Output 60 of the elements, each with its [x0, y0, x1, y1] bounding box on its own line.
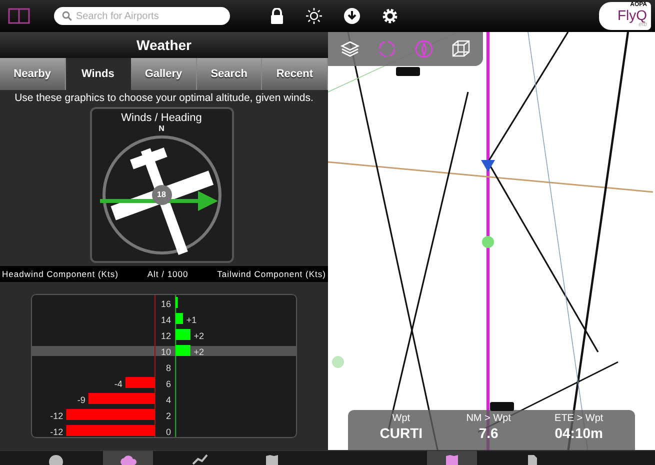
headwind-header: Headwind Component (Kts): [2, 269, 118, 279]
download-icon[interactable]: [344, 8, 360, 24]
settings-icon[interactable]: [382, 8, 398, 24]
search-field[interactable]: Search for Airports: [54, 7, 230, 25]
tailwind-bar: [176, 313, 183, 324]
cube-icon[interactable]: [450, 39, 471, 59]
altitude-label: 10: [160, 347, 171, 357]
tailwind-header: Tailwind Component (Kts): [217, 269, 326, 279]
weather-tab[interactable]: Recent: [262, 58, 328, 90]
altitude-label: 6: [166, 379, 171, 389]
wind-value-label: -9: [77, 395, 86, 405]
weather-tab[interactable]: Gallery: [131, 58, 197, 90]
altitude-label: 8: [166, 363, 171, 373]
altitude-label: 4: [166, 395, 171, 405]
route-icon: [191, 453, 209, 465]
altitude-label: 14: [160, 315, 171, 325]
cloud-tab-button[interactable]: [103, 451, 153, 465]
wind-value-label: +2: [194, 347, 204, 357]
wind-value-label: -12: [50, 411, 64, 421]
altitude-label: 12: [160, 331, 171, 341]
nav-field-value: 7.6: [478, 425, 498, 441]
aircraft-marker-icon: [482, 236, 494, 248]
logo-name-text: FlyQ: [617, 9, 647, 22]
map-icon: [263, 453, 281, 465]
wind-value-label: +2: [194, 331, 204, 341]
tailwind-bar: [176, 297, 178, 308]
wind-value-label: -4: [114, 379, 122, 389]
tailwind-bar: [176, 345, 190, 356]
waypoint-triangle-icon: [481, 160, 495, 172]
headwind-bar: [125, 377, 155, 388]
wind-value-label: -12: [50, 427, 64, 437]
cloud-icon: [119, 453, 137, 465]
headwind-bar: [88, 393, 155, 404]
split-view-icon[interactable]: [8, 8, 30, 24]
altitude-label: 16: [160, 299, 171, 309]
tailwind-bar: [176, 329, 190, 340]
location-icon: [47, 453, 65, 465]
search-icon: [62, 11, 72, 21]
drawer-handle[interactable]: [396, 67, 420, 76]
map-tab-button[interactable]: [426, 451, 476, 465]
altitude-header: Alt / 1000: [147, 269, 188, 279]
nav-field-label: ETE > Wpt: [554, 413, 604, 425]
brightness-icon[interactable]: [306, 8, 322, 24]
nav-field-value: CURTI: [380, 425, 423, 441]
north-label: N: [158, 124, 164, 133]
altitude-label: 0: [166, 427, 171, 437]
nav-field-label: NM > Wpt: [466, 413, 511, 425]
altitude-label: 2: [166, 411, 171, 421]
nav-field-label: Wpt: [392, 413, 410, 425]
description-text: Use these graphics to choose your optimal altitude, given winds.: [14, 91, 314, 106]
weather-tab[interactable]: Nearby: [0, 58, 66, 90]
drawer-handle[interactable]: [490, 402, 514, 411]
weather-blob: [332, 356, 344, 368]
layers-icon[interactable]: [340, 39, 360, 59]
lock-icon[interactable]: [270, 8, 284, 24]
compass-title: Winds / Heading: [121, 112, 202, 124]
nav-field-value: 04:10m: [554, 425, 603, 441]
wind-value-label: +1: [186, 315, 197, 325]
panel-title: Weather: [0, 32, 328, 58]
weather-tab[interactable]: Search: [196, 58, 262, 90]
